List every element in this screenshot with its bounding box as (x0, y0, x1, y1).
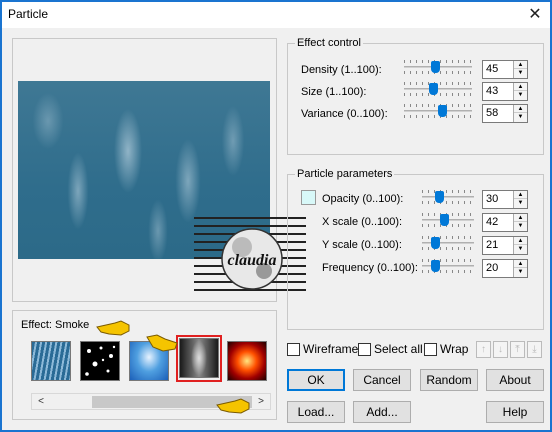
about-button[interactable]: About (486, 369, 544, 391)
density-slider[interactable] (404, 60, 472, 74)
slider-thumb (440, 214, 449, 226)
density-stepper[interactable]: 45 ▲ ▼ (482, 60, 528, 79)
add-button[interactable]: Add... (353, 401, 411, 423)
spin-up-icon[interactable]: ▲ (514, 83, 527, 91)
pointing-hand-icon (216, 398, 250, 414)
slider-thumb (431, 260, 440, 272)
opacity-value[interactable]: 30 (486, 193, 498, 205)
frequency-stepper[interactable]: 20 ▲ ▼ (482, 259, 528, 278)
density-value[interactable]: 45 (486, 63, 498, 75)
spin-down-icon[interactable]: ▼ (514, 222, 527, 230)
density-label: Density (1..100): (301, 64, 382, 76)
spin-up-icon[interactable]: ▲ (514, 260, 527, 268)
title-bar: Particle ✕ (2, 2, 550, 28)
spin-down-icon[interactable]: ▼ (514, 199, 527, 207)
slider-thumb (435, 191, 444, 203)
move-bottom-icon[interactable]: ⤓ (527, 341, 542, 358)
size-stepper[interactable]: 43 ▲ ▼ (482, 82, 528, 101)
spin-up-icon[interactable]: ▲ (514, 61, 527, 69)
move-up-icon[interactable]: ↑ (476, 341, 491, 358)
pointing-hand-icon (96, 320, 130, 336)
frequency-value[interactable]: 20 (486, 262, 498, 274)
x-scale-slider[interactable] (422, 213, 474, 227)
scroll-right-icon[interactable]: > (254, 395, 268, 409)
cancel-button[interactable]: Cancel (353, 369, 411, 391)
effect-thumb-smoke[interactable] (179, 338, 219, 378)
frequency-slider[interactable] (422, 259, 474, 273)
spin-down-icon[interactable]: ▼ (514, 69, 527, 77)
variance-stepper[interactable]: 58 ▲ ▼ (482, 104, 528, 123)
size-label: Size (1..100): (301, 86, 367, 98)
snow-dots (85, 345, 116, 376)
y-scale-stepper[interactable]: 21 ▲ ▼ (482, 236, 528, 255)
spin-down-icon[interactable]: ▼ (514, 245, 527, 253)
particle-color-swatch[interactable] (301, 190, 316, 205)
particle-parameters-title: Particle parameters (295, 168, 395, 180)
opacity-label: Opacity (0..100): (322, 193, 404, 205)
x-scale-value[interactable]: 42 (486, 216, 498, 228)
scroll-left-icon[interactable]: < (34, 395, 48, 409)
slider-thumb (429, 83, 438, 95)
particle-dialog: Particle ✕ claudia Effect: Smoke < > Eff… (0, 0, 552, 432)
move-top-icon[interactable]: ⤒ (510, 341, 525, 358)
effect-thumb-rain[interactable] (31, 341, 71, 381)
spin-down-icon[interactable]: ▼ (514, 91, 527, 99)
y-scale-label: Y scale (0..100): (322, 239, 402, 251)
load-button[interactable]: Load... (287, 401, 345, 423)
svg-text:claudia: claudia (228, 252, 277, 269)
wireframe-checkbox[interactable] (287, 343, 300, 356)
size-slider[interactable] (404, 82, 472, 96)
close-icon[interactable]: ✕ (526, 6, 544, 24)
spin-up-icon[interactable]: ▲ (514, 191, 527, 199)
select-all-label[interactable]: Select all (374, 342, 423, 356)
help-button[interactable]: Help (486, 401, 544, 423)
spin-down-icon[interactable]: ▼ (514, 268, 527, 276)
effect-thumb-snow[interactable] (80, 341, 120, 381)
slider-thumb (438, 105, 447, 117)
slider-thumb (431, 237, 440, 249)
effect-label: Effect: Smoke (21, 319, 90, 331)
variance-value[interactable]: 58 (486, 107, 498, 119)
ok-button[interactable]: OK (287, 369, 345, 391)
spin-up-icon[interactable]: ▲ (514, 214, 527, 222)
variance-slider[interactable] (404, 104, 472, 118)
slider-thumb (431, 61, 440, 73)
spin-up-icon[interactable]: ▲ (514, 105, 527, 113)
window-title: Particle (8, 7, 49, 21)
y-scale-value[interactable]: 21 (486, 239, 498, 251)
effect-control-title: Effect control (295, 37, 363, 49)
spin-down-icon[interactable]: ▼ (514, 113, 527, 121)
opacity-slider[interactable] (422, 190, 474, 204)
x-scale-stepper[interactable]: 42 ▲ ▼ (482, 213, 528, 232)
wrap-label[interactable]: Wrap (440, 342, 468, 356)
pointing-hand-icon (146, 334, 178, 352)
move-down-icon[interactable]: ↓ (493, 341, 508, 358)
y-scale-slider[interactable] (422, 236, 474, 250)
spin-up-icon[interactable]: ▲ (514, 237, 527, 245)
x-scale-label: X scale (0..100): (322, 216, 403, 228)
frequency-label: Frequency (0..100): (322, 262, 418, 274)
size-value[interactable]: 43 (486, 85, 498, 97)
wireframe-label[interactable]: Wireframe (303, 342, 358, 356)
select-all-checkbox[interactable] (358, 343, 371, 356)
random-button[interactable]: Random (420, 369, 478, 391)
wrap-checkbox[interactable] (424, 343, 437, 356)
opacity-stepper[interactable]: 30 ▲ ▼ (482, 190, 528, 209)
effect-thumb-fire[interactable] (227, 341, 267, 381)
variance-label: Variance (0..100): (301, 108, 388, 120)
effect-group: Effect: Smoke < > (12, 310, 277, 420)
